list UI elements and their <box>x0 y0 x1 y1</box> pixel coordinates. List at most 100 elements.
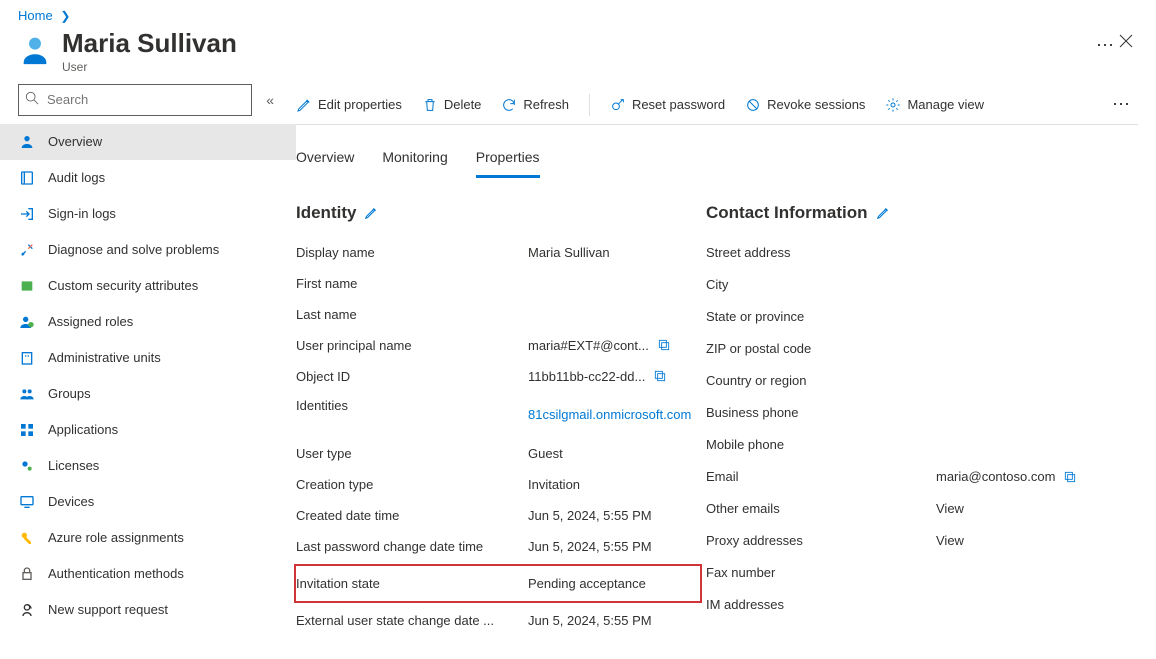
toolbar-label: Manage view <box>907 97 984 112</box>
upn-text: maria#EXT#@cont... <box>528 338 649 353</box>
field-label: Proxy addresses <box>706 525 936 557</box>
sidebar-item-label: Overview <box>48 134 102 149</box>
breadcrumb-home[interactable]: Home <box>18 8 53 23</box>
grid-icon <box>18 422 36 438</box>
chevron-right-icon: ❯ <box>56 9 74 23</box>
header-more-button[interactable]: ⋯ <box>1096 35 1114 56</box>
sidebar-item-label: Authentication methods <box>48 566 184 581</box>
page-title: Maria Sullivan <box>62 29 1086 58</box>
toolbar-label: Refresh <box>523 97 569 112</box>
toolbar-label: Revoke sessions <box>767 97 865 112</box>
sidebar-item-devices[interactable]: Devices <box>0 484 296 520</box>
block-icon <box>745 97 761 113</box>
field-label: City <box>706 269 936 301</box>
field-value: Jun 5, 2024, 5:55 PM <box>528 531 696 562</box>
sidebar-item-label: Administrative units <box>48 350 161 365</box>
search-box[interactable] <box>18 84 252 116</box>
sidebar-item-overview[interactable]: Overview <box>0 124 296 160</box>
field-value: Maria Sullivan <box>528 237 696 268</box>
field-value <box>936 365 1116 397</box>
gear-icon <box>885 97 901 113</box>
delete-button[interactable]: Delete <box>422 97 482 113</box>
tools-icon <box>18 242 36 258</box>
tag-icon <box>18 278 36 294</box>
field-value <box>936 557 1116 589</box>
sidebar-item-azure-roles[interactable]: Azure role assignments <box>0 520 296 556</box>
sidebar-item-label: Diagnose and solve problems <box>48 242 219 257</box>
key-icon <box>18 530 36 546</box>
invitation-state-highlight: Invitation state Pending acceptance <box>294 564 702 603</box>
sidebar-item-label: New support request <box>48 602 168 617</box>
sidebar-nav: Overview Audit logs Sign-in logs Diagnos… <box>0 124 296 628</box>
field-value <box>528 299 696 330</box>
sidebar-item-custom-attrs[interactable]: Custom security attributes <box>0 268 296 304</box>
support-icon <box>18 602 36 618</box>
toolbar-label: Delete <box>444 97 482 112</box>
signin-icon <box>18 206 36 222</box>
field-value <box>936 237 1116 269</box>
copy-objectid-button[interactable] <box>653 369 667 383</box>
field-value: Guest <box>528 438 696 469</box>
tab-properties[interactable]: Properties <box>476 143 540 178</box>
field-label: Email <box>706 461 936 493</box>
lock-icon <box>18 566 36 582</box>
revoke-sessions-button[interactable]: Revoke sessions <box>745 97 865 113</box>
copy-email-button[interactable] <box>1063 470 1077 484</box>
field-label: First name <box>296 268 528 299</box>
field-value <box>528 268 696 299</box>
trash-icon <box>422 97 438 113</box>
edit-properties-button[interactable]: Edit properties <box>296 97 402 113</box>
page-subtitle: User <box>62 60 1086 74</box>
edit-identity-button[interactable] <box>364 206 378 220</box>
refresh-icon <box>501 97 517 113</box>
field-label: External user state change date ... <box>296 605 528 636</box>
reset-password-button[interactable]: Reset password <box>610 97 725 113</box>
breadcrumb: Home ❯ <box>0 0 1156 25</box>
field-label: Mobile phone <box>706 429 936 461</box>
sidebar-item-admin-units[interactable]: Administrative units <box>0 340 296 376</box>
sidebar-item-applications[interactable]: Applications <box>0 412 296 448</box>
tab-monitoring[interactable]: Monitoring <box>382 143 447 178</box>
toolbar-label: Edit properties <box>318 97 402 112</box>
toolbar-more-button[interactable]: ⋯ <box>1104 94 1138 115</box>
group-icon <box>18 386 36 402</box>
sidebar-item-label: Applications <box>48 422 118 437</box>
tab-overview[interactable]: Overview <box>296 143 354 178</box>
sidebar-item-auth-methods[interactable]: Authentication methods <box>0 556 296 592</box>
sidebar-item-label: Custom security attributes <box>48 278 198 293</box>
sidebar-item-support[interactable]: New support request <box>0 592 296 628</box>
manage-view-button[interactable]: Manage view <box>885 97 984 113</box>
section-title-identity: Identity <box>296 203 356 223</box>
search-input[interactable] <box>45 91 245 108</box>
sidebar-item-diagnose[interactable]: Diagnose and solve problems <box>0 232 296 268</box>
identities-link[interactable]: 81csilgmail.onmicrosoft.com <box>528 392 696 438</box>
field-value: Jun 5, 2024, 5:55 PM <box>528 605 696 636</box>
field-value <box>936 269 1116 301</box>
sidebar-item-audit-logs[interactable]: Audit logs <box>0 160 296 196</box>
sidebar-item-label: Groups <box>48 386 91 401</box>
sidebar-item-licenses[interactable]: Licenses <box>0 448 296 484</box>
contact-section: Contact Information Street address City … <box>706 203 1116 621</box>
sidebar-item-label: Sign-in logs <box>48 206 116 221</box>
monitor-icon <box>18 494 36 510</box>
edit-contact-button[interactable] <box>876 206 890 220</box>
sidebar-item-groups[interactable]: Groups <box>0 376 296 412</box>
close-button[interactable] <box>1114 29 1138 53</box>
building-icon <box>18 350 36 366</box>
other-emails-link[interactable]: View <box>936 493 1116 525</box>
field-label: User principal name <box>296 330 528 361</box>
field-value-objectid: 11bb11bb-cc22-dd... <box>528 361 696 392</box>
sidebar-item-label: Audit logs <box>48 170 105 185</box>
copy-upn-button[interactable] <box>657 338 671 352</box>
proxy-addresses-link[interactable]: View <box>936 525 1116 557</box>
field-value <box>936 397 1116 429</box>
sidebar-item-assigned-roles[interactable]: Assigned roles <box>0 304 296 340</box>
sidebar-item-signin-logs[interactable]: Sign-in logs <box>0 196 296 232</box>
refresh-button[interactable]: Refresh <box>501 97 569 113</box>
field-label: Identities <box>296 392 528 438</box>
sidebar-item-label: Azure role assignments <box>48 530 184 545</box>
field-label: Last password change date time <box>296 531 528 562</box>
command-bar: Edit properties Delete Refresh Reset pas… <box>296 84 1138 125</box>
collapse-nav-button[interactable]: « <box>262 88 278 112</box>
identity-section: Identity Display name Maria Sullivan Fir… <box>296 203 696 636</box>
